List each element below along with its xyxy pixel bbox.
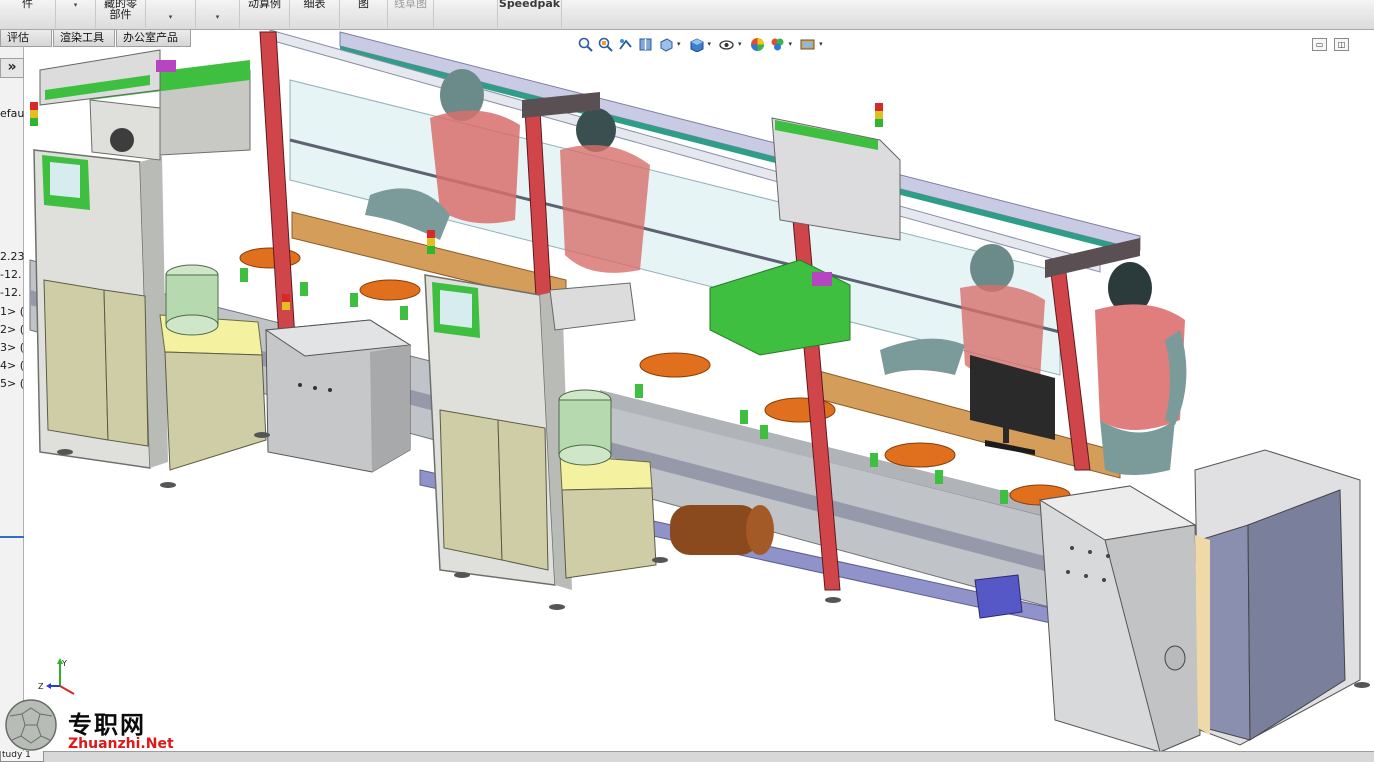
watermark-chinese-text: 专职网 [68,710,146,739]
motor-box [974,574,1023,619]
hide-show-items-icon[interactable] [718,36,735,53]
close-pane-icon[interactable] [1356,38,1370,51]
assembly-line-model [29,30,1370,752]
ribbon-button-part[interactable]: 件 [0,0,56,28]
tree-item[interactable]: 2> ( [0,323,24,336]
ribbon-button-2[interactable]: ▾ [56,0,96,28]
ribbon-label: 细表 [303,0,326,10]
heads-up-view-toolbar: ▾ ▾ ▾ ▾ ▾ [577,34,827,54]
tree-item[interactable]: 1> ( [0,305,24,318]
ribbon-spacer [434,0,498,28]
caret-down-icon[interactable]: ▾ [819,40,823,48]
ribbon-button-bom[interactable]: 细表 [290,0,340,28]
solidworks-window: 件 ▾ 藏的零 部件 ▾ ▾ 动算例 细表 图 线草图 Speedpak 评估 渲… [0,0,1374,762]
restore-window-button[interactable]: ▭ [1312,38,1327,51]
motion-study-tab[interactable]: tudy 1 [0,751,44,762]
control-cabinet [1038,485,1201,752]
triad-y-label: Y [61,659,67,668]
watermark-english-text: Zhuanzhi.Net [68,736,174,752]
caret-down-icon[interactable]: ▾ [738,40,742,48]
tree-item[interactable]: -12. [0,268,24,281]
right-machine [1194,449,1361,746]
ribbon-label: 件 [22,0,33,10]
tank [670,505,774,555]
display-style-icon[interactable] [688,36,705,53]
edit-appearance-icon[interactable] [749,36,766,53]
zoom-to-area-icon[interactable] [597,36,614,53]
electrical-box [264,319,412,473]
ribbon-label: 部件 [109,8,132,21]
left-base [159,264,267,471]
maximize-window-button[interactable]: ◫ [1334,38,1349,51]
view-settings-icon[interactable] [799,36,816,53]
command-manager-ribbon: 件 ▾ 藏的零 部件 ▾ ▾ 动算例 细表 图 线草图 Speedpak [0,0,1374,30]
ribbon-button-motion-study[interactable]: 动算例 [240,0,290,28]
tree-item[interactable]: 2.23 [0,250,24,263]
feature-manager-panel [0,47,24,751]
tree-item[interactable]: efau [0,107,24,120]
triad-z-label: Z [38,682,44,691]
ribbon-label: Speedpak [498,0,561,10]
previous-view-icon[interactable] [617,36,634,53]
bottom-tab-bar [0,751,1374,762]
ribbon-button-5[interactable]: ▾ [196,0,240,28]
caret-down-icon[interactable]: ▾ [677,40,681,48]
tree-item[interactable]: 3> ( [0,341,24,354]
ribbon-button-view[interactable]: 图 [340,0,388,28]
ribbon-button-hidden-components[interactable]: 藏的零 部件 [96,0,146,28]
reference-triad-icon: Y Z [38,658,75,695]
section-view-icon[interactable] [637,36,654,53]
caret-down-icon[interactable]: ▾ [708,40,712,48]
ribbon-button-4[interactable]: ▾ [146,0,196,28]
view-orientation-icon[interactable] [657,36,674,53]
ribbon-button-speedpak[interactable]: Speedpak [498,0,562,28]
caret-down-icon[interactable]: ▾ [789,40,793,48]
zoom-to-fit-icon[interactable] [577,36,594,53]
ribbon-label: 图 [358,0,369,10]
ribbon-label: 线草图 [394,0,427,10]
tree-item[interactable]: 5> ( [0,377,24,390]
graphics-area[interactable] [25,30,1374,752]
caret-down-icon: ▾ [215,13,220,21]
guard-bar [289,138,1061,334]
caret-down-icon: ▾ [73,1,78,9]
robot-marker [812,272,832,286]
expand-panel-button[interactable]: » [0,58,24,78]
tree-item[interactable]: 4> ( [0,359,24,372]
panel-divider [0,536,24,538]
operator-4 [1095,262,1187,475]
ribbon-label: 动算例 [248,0,281,10]
apply-scene-icon[interactable] [769,36,786,53]
ribbon-button-line-sketch[interactable]: 线草图 [388,0,434,28]
tree-item[interactable]: -12. [0,286,24,299]
watermark-logo-icon [5,699,57,751]
caret-down-icon: ▾ [168,13,173,21]
